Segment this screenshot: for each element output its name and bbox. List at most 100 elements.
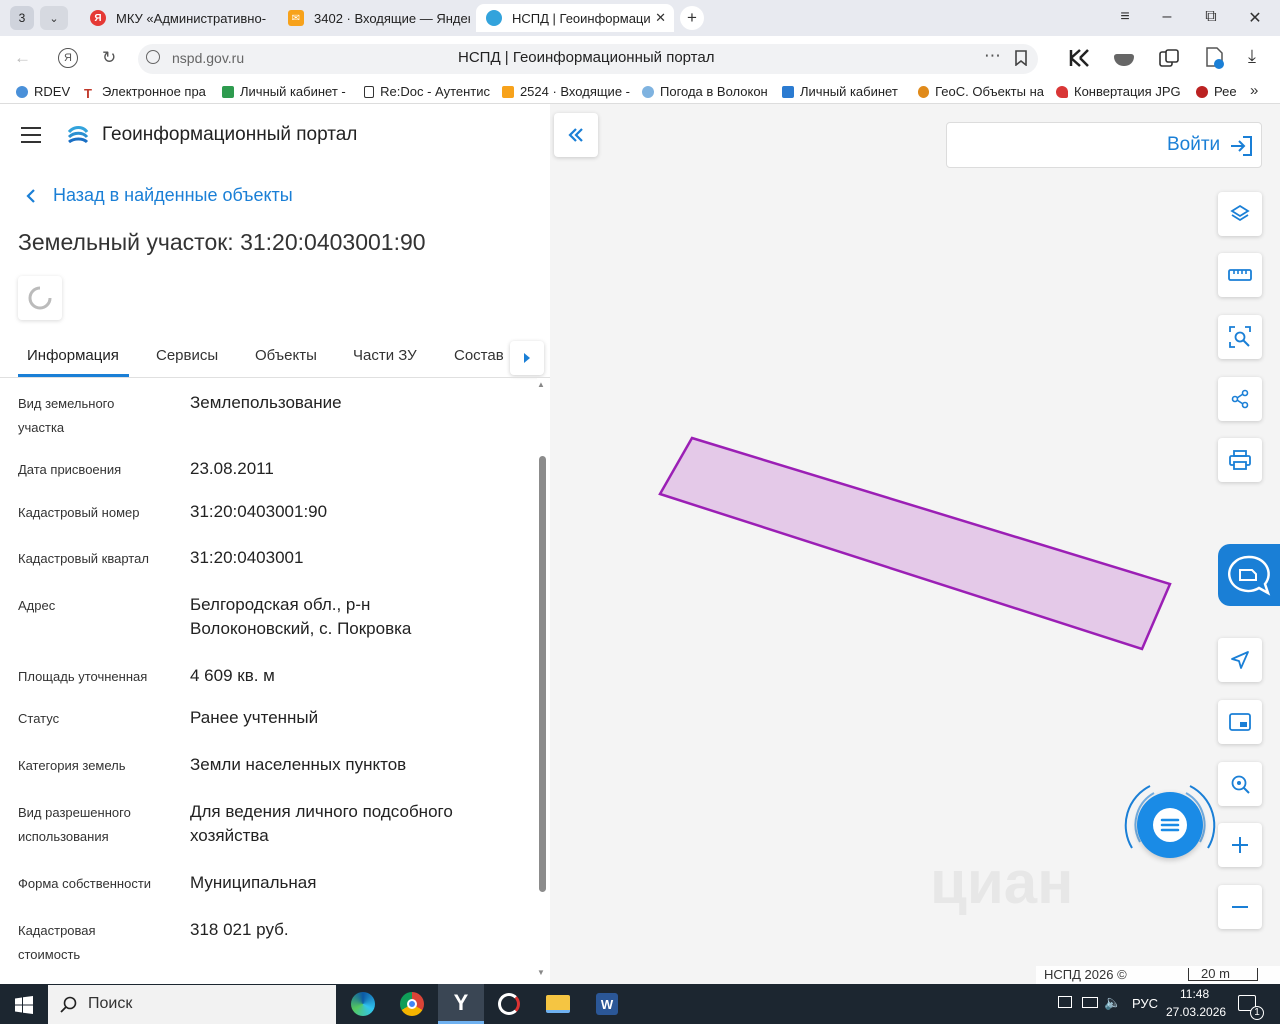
- location-search-icon: [1231, 775, 1250, 794]
- zoom-out-button[interactable]: [1218, 885, 1262, 929]
- area-search-icon: [1229, 326, 1251, 348]
- zoom-in-button[interactable]: [1218, 823, 1262, 867]
- tabs-dropdown-icon[interactable]: ⌄: [40, 6, 68, 30]
- tab-composition[interactable]: Состав: [454, 347, 504, 364]
- minimize-icon[interactable]: –: [1152, 8, 1182, 26]
- tab-objects[interactable]: Объекты: [255, 347, 317, 364]
- bookmark-item[interactable]: T Электронное пра: [84, 84, 208, 99]
- browser-tab-nspd[interactable]: НСПД | Геоинформаци ✕: [476, 4, 674, 32]
- file-explorer-icon[interactable]: [546, 995, 570, 1013]
- minimap-button[interactable]: [1218, 700, 1262, 744]
- bookmark-item[interactable]: Re:Doc - Аутентис: [364, 84, 490, 99]
- network-tray-icon[interactable]: [1058, 996, 1072, 1008]
- new-tab-button[interactable]: +: [680, 6, 704, 30]
- yandex-icon: Я: [90, 10, 106, 26]
- cian-watermark: циан: [930, 849, 1074, 916]
- bookmark-item[interactable]: RDEV: [16, 84, 70, 99]
- browser-tab-mail[interactable]: ✉ 3402 · Входящие — Яндекс: [278, 4, 470, 32]
- tab-information[interactable]: Информация: [27, 347, 119, 364]
- windows-start-icon[interactable]: [15, 996, 33, 1014]
- mail-icon: [502, 85, 514, 98]
- chevron-left-icon[interactable]: [26, 189, 36, 203]
- yandex-browser-taskbar-item[interactable]: Y: [438, 984, 484, 1024]
- restore-icon[interactable]: ⧉: [1196, 8, 1226, 26]
- word-icon[interactable]: W: [596, 993, 618, 1015]
- close-tab-icon[interactable]: ✕: [655, 10, 666, 26]
- scrollbar-thumb[interactable]: [539, 456, 546, 892]
- field-value: 31:20:0403001:90: [190, 502, 328, 521]
- back-to-results-link[interactable]: Назад в найденные объекты: [53, 185, 293, 206]
- bookmark-item[interactable]: Личный кабинет -: [222, 84, 350, 99]
- app-c-icon[interactable]: [498, 993, 520, 1015]
- ruler-button[interactable]: [1218, 253, 1262, 297]
- bookmark-item[interactable]: 2524 · Входящие -: [502, 84, 630, 99]
- browser-tab-mku[interactable]: Я МКУ «Административно-: [80, 4, 270, 32]
- taskbar-search-box[interactable]: Поиск: [48, 985, 336, 1024]
- gear-icon: [16, 85, 28, 98]
- portal-logo-icon: [67, 126, 89, 144]
- scale-label: 20 m: [1201, 966, 1230, 981]
- ruler-icon: [1228, 269, 1252, 281]
- find-location-button[interactable]: [1218, 762, 1262, 806]
- language-indicator[interactable]: РУС: [1132, 996, 1158, 1011]
- tab-label: 3402 · Входящие — Яндекс: [314, 10, 470, 26]
- extension-k-icon[interactable]: [1068, 48, 1090, 68]
- yandex-browser-icon[interactable]: Я: [58, 48, 78, 68]
- back-icon[interactable]: ←: [14, 48, 31, 68]
- collapse-panel-button[interactable]: [554, 113, 598, 157]
- login-button[interactable]: Войти: [946, 122, 1262, 168]
- document-icon: [364, 85, 375, 98]
- volume-tray-icon[interactable]: 🔈: [1104, 994, 1121, 1011]
- tab-label: НСПД | Геоинформаци: [512, 10, 651, 26]
- bookmark-item[interactable]: Погода в Волокон: [642, 84, 770, 99]
- bookmark-item[interactable]: Личный кабинет: [782, 84, 898, 99]
- chat-widget-button[interactable]: [1137, 792, 1203, 858]
- share-icon: [1231, 389, 1249, 409]
- scroll-up-arrow-icon[interactable]: ▲: [537, 380, 545, 389]
- support-chat-tab[interactable]: [1218, 544, 1280, 606]
- share-button[interactable]: [1218, 377, 1262, 421]
- field-label: Кадастровый квартал: [18, 551, 149, 566]
- field-label: Дата присвоения: [18, 462, 122, 477]
- tabs-scroll-right-button[interactable]: [510, 341, 544, 375]
- parcel-shape[interactable]: [658, 436, 1172, 651]
- tab-services[interactable]: Сервисы: [156, 347, 218, 364]
- plus-icon: [1232, 837, 1248, 853]
- tab-counter[interactable]: 3: [10, 6, 34, 30]
- clock-time[interactable]: 11:48: [1180, 987, 1209, 1001]
- close-window-icon[interactable]: ✕: [1240, 8, 1270, 28]
- bookmark-item[interactable]: ГеоС. Объекты на: [918, 84, 1044, 99]
- tab-parts[interactable]: Части ЗУ: [353, 347, 417, 364]
- chrome-icon[interactable]: [400, 992, 424, 1016]
- bookmark-icon[interactable]: [1014, 50, 1028, 66]
- more-icon[interactable]: ⋯: [984, 46, 1001, 66]
- menu-icon[interactable]: ≡: [1110, 8, 1140, 26]
- display-tray-icon[interactable]: [1082, 997, 1098, 1008]
- reload-icon[interactable]: ↻: [102, 48, 116, 68]
- page-title-in-omnibox: НСПД | Геоинформационный портал: [458, 49, 715, 66]
- extension-file-icon[interactable]: [1204, 46, 1226, 70]
- scale-bar: 20 m: [1188, 966, 1258, 981]
- download-icon[interactable]: ⤓: [1248, 46, 1256, 67]
- edge-icon[interactable]: [351, 992, 375, 1016]
- field-value: 318 021 руб.: [190, 920, 289, 939]
- more-bookmarks-icon[interactable]: »: [1250, 82, 1258, 99]
- hamburger-menu-icon[interactable]: [20, 126, 42, 144]
- spinner-icon: [28, 286, 52, 310]
- field-value: Муниципальная: [190, 873, 317, 892]
- site-info-icon[interactable]: [146, 50, 160, 64]
- area-search-button[interactable]: [1218, 315, 1262, 359]
- clock-date[interactable]: 27.03.2026: [1166, 1005, 1226, 1019]
- collections-icon[interactable]: [1158, 48, 1180, 68]
- chat-bubble-icon: [1228, 555, 1271, 596]
- field-label: Кадастровая стоимость: [18, 923, 96, 962]
- geolocation-button[interactable]: [1218, 638, 1262, 682]
- bookmark-item[interactable]: Рее: [1196, 84, 1238, 99]
- login-label: Войти: [1167, 134, 1221, 155]
- field-value: Землепользование: [190, 393, 342, 412]
- bookmark-item[interactable]: Конвертация JPG: [1056, 84, 1186, 99]
- layers-button[interactable]: [1218, 192, 1262, 236]
- scroll-down-arrow-icon[interactable]: ▼: [537, 968, 545, 977]
- print-button[interactable]: [1218, 438, 1262, 482]
- copyright-text: НСПД 2026 ©: [1044, 967, 1127, 982]
